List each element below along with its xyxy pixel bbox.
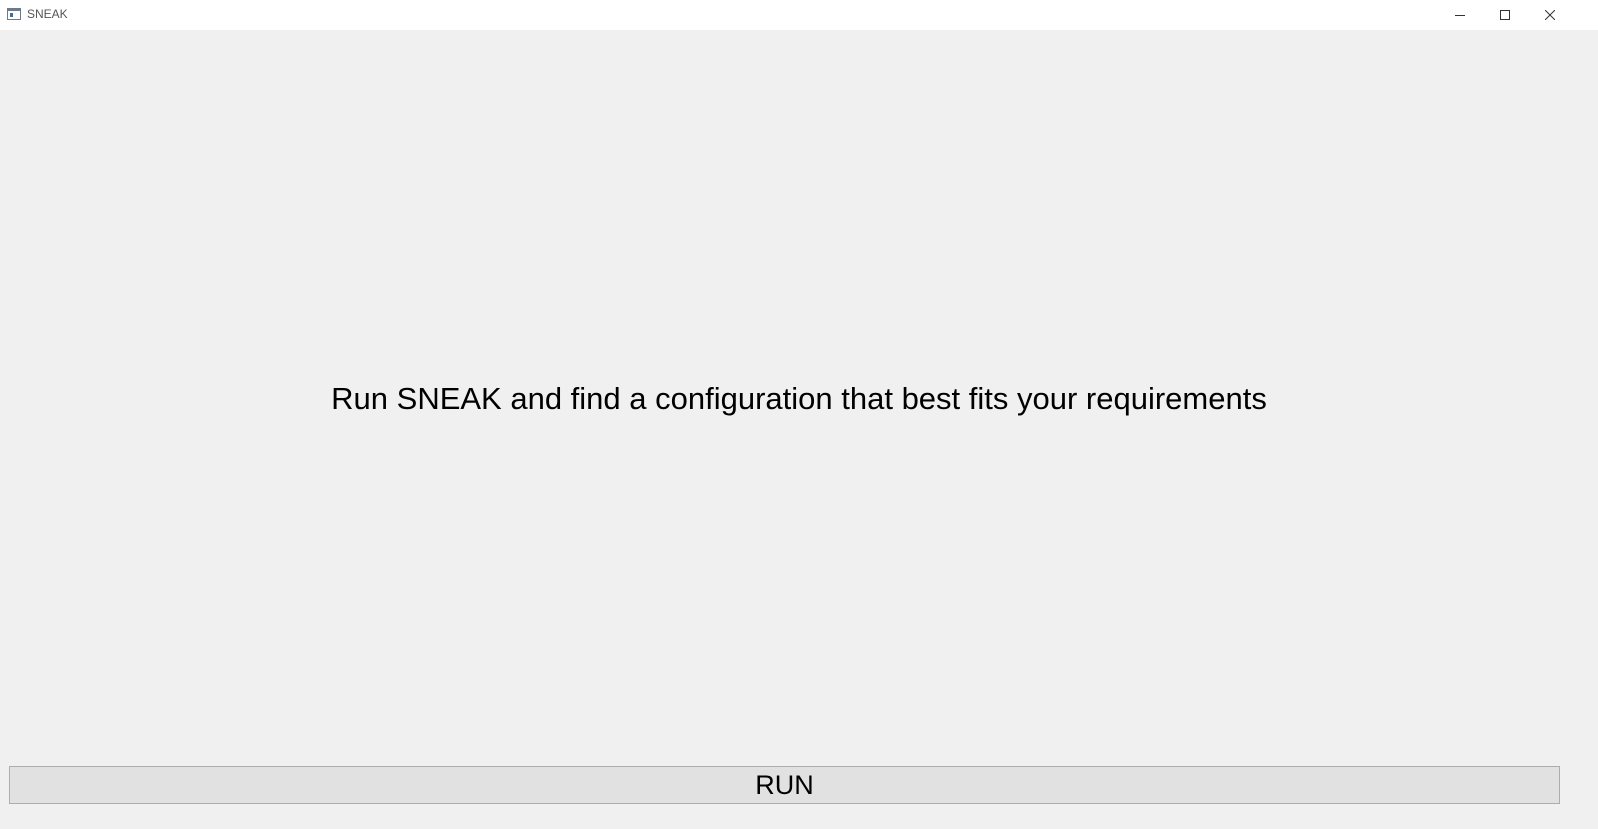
close-button[interactable] [1527,0,1572,29]
maximize-button[interactable] [1482,0,1527,29]
minimize-icon [1454,10,1465,20]
app-window: SNEAK Run SNEAK and find a configuration… [0,0,1598,829]
run-button[interactable]: RUN [9,766,1560,804]
instruction-text: Run SNEAK and find a configuration that … [331,381,1267,416]
title-bar[interactable]: SNEAK [0,0,1598,30]
main-content: Run SNEAK and find a configuration that … [0,30,1598,829]
window-title: SNEAK [27,7,68,21]
maximize-icon [1499,9,1510,20]
minimize-button[interactable] [1437,0,1482,29]
close-icon [1544,9,1555,20]
window-app-icon [7,8,21,20]
